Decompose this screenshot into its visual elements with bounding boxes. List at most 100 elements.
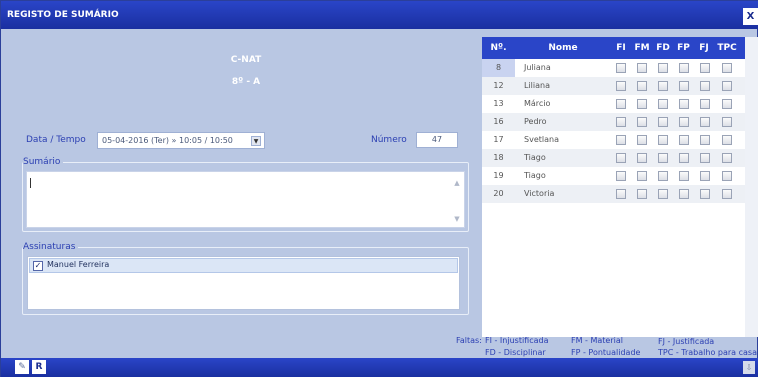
download-icon[interactable]: ⇩ [743,361,755,374]
student-name: Tiago [524,153,546,162]
col-fp: FP [677,43,690,53]
table-row[interactable]: 18 Tiago [482,149,745,167]
attendance-checkbox-fp[interactable] [679,63,689,73]
attendance-checkbox-tpc[interactable] [722,189,732,199]
r-button[interactable]: R [32,360,46,374]
attendance-checkbox-fj[interactable] [700,99,710,109]
table-row[interactable]: 17 Svetlana [482,131,745,149]
attendance-checkbox-tpc[interactable] [722,117,732,127]
student-number: 20 [493,189,504,198]
attendance-checkbox-fd[interactable] [658,189,668,199]
signature-checkbox[interactable]: ✓ [33,261,43,271]
class-name: 8º - A [231,77,261,87]
attendance-checkbox-fi[interactable] [616,99,626,109]
attendance-checkbox-fp[interactable] [679,171,689,181]
attendance-checkbox-fi[interactable] [616,171,626,181]
close-button[interactable]: X [743,8,758,25]
attendance-checkbox-fm[interactable] [637,99,647,109]
student-number: 16 [493,117,504,126]
legend-fd: FD - Disciplinar [485,348,546,357]
attendance-checkbox-fi[interactable] [616,135,626,145]
attendance-checkbox-fj[interactable] [700,135,710,145]
legend-fi: FI - Injustificada [485,336,549,345]
student-number: 8 [482,59,515,77]
scroll-down-icon[interactable]: ▼ [453,216,461,223]
col-fi: FI [616,43,626,53]
attendance-checkbox-fj[interactable] [700,117,710,127]
title-bar: REGISTO DE SUMÁRIO X [1,1,758,29]
chevron-down-icon[interactable]: ▼ [251,136,261,146]
attendance-checkbox-tpc[interactable] [722,99,732,109]
attendance-checkbox-fm[interactable] [637,117,647,127]
attendance-checkbox-fd[interactable] [658,171,668,181]
datetime-select[interactable]: 05-04-2016 (Ter) » 10:05 / 10:50 ▼ [97,132,265,149]
attendance-checkbox-tpc[interactable] [722,171,732,181]
attendance-checkbox-fj[interactable] [700,63,710,73]
attendance-checkbox-fd[interactable] [658,135,668,145]
attendance-checkbox-fm[interactable] [637,81,647,91]
legend-fm: FM - Material [571,336,623,345]
signature-item[interactable]: ✓ Manuel Ferreira [29,258,458,273]
attendance-checkbox-fj[interactable] [700,81,710,91]
col-tpc: TPC [717,43,737,53]
left-panel: C-NAT 8º - A Data / Tempo 05-04-2016 (Te… [6,31,478,349]
attendance-checkbox-fi[interactable] [616,117,626,127]
attendance-checkbox-fd[interactable] [658,99,668,109]
attendance-checkbox-fd[interactable] [658,63,668,73]
table-row[interactable]: 16 Pedro [482,113,745,131]
text-caret [30,178,31,188]
student-name: Victoria [524,189,555,198]
attendance-checkbox-fj[interactable] [700,189,710,199]
table-row[interactable]: 19 Tiago [482,167,745,185]
legend-fp: FP - Pontualidade [571,348,641,357]
attendance-checkbox-tpc[interactable] [722,63,732,73]
student-number: 12 [493,81,504,90]
table-row[interactable]: 20 Victoria [482,185,745,203]
number-field[interactable]: 47 [416,132,458,148]
attendance-checkbox-fp[interactable] [679,81,689,91]
attendance-checkbox-fm[interactable] [637,171,647,181]
table-header: Nº. Nome FI FM FD FP FJ TPC [482,37,745,59]
attendance-checkbox-fm[interactable] [637,153,647,163]
student-name: Juliana [524,63,551,72]
signatures-fieldset: Assinaturas ✓ Manuel Ferreira [22,242,469,315]
attendance-checkbox-fm[interactable] [637,189,647,199]
attendance-checkbox-fp[interactable] [679,189,689,199]
summary-textarea[interactable]: ▲ ▼ [26,171,465,228]
col-name: Nome [548,43,578,53]
signature-name: Manuel Ferreira [47,260,110,269]
attendance-checkbox-fd[interactable] [658,81,668,91]
attendance-checkbox-fd[interactable] [658,117,668,127]
col-fj: FJ [699,43,709,53]
attendance-checkbox-fi[interactable] [616,189,626,199]
table-row[interactable]: 8 Juliana [482,59,745,77]
legend-fj: FJ - Justificada [658,337,715,346]
table-row[interactable]: 12 Liliana [482,77,745,95]
attendance-checkbox-fj[interactable] [700,153,710,163]
attendance-checkbox-tpc[interactable] [722,135,732,145]
attendance-checkbox-fi[interactable] [616,63,626,73]
datetime-value: 05-04-2016 (Ter) » 10:05 / 10:50 [102,136,233,145]
col-fd: FD [656,43,670,53]
student-name: Svetlana [524,135,559,144]
attendance-checkbox-fp[interactable] [679,99,689,109]
table-row[interactable]: 13 Márcio [482,95,745,113]
attendance-checkbox-fd[interactable] [658,153,668,163]
attendance-checkbox-fm[interactable] [637,135,647,145]
paperclip-icon[interactable]: ✎ [15,360,29,374]
col-number: Nº. [490,43,507,53]
attendance-checkbox-tpc[interactable] [722,81,732,91]
attendance-checkbox-fp[interactable] [679,117,689,127]
student-number: 18 [493,153,504,162]
attendance-checkbox-fm[interactable] [637,63,647,73]
scroll-up-icon[interactable]: ▲ [453,180,461,187]
attendance-checkbox-fp[interactable] [679,135,689,145]
attendance-checkbox-fi[interactable] [616,153,626,163]
attendance-checkbox-fj[interactable] [700,171,710,181]
attendance-checkbox-tpc[interactable] [722,153,732,163]
attendance-checkbox-fp[interactable] [679,153,689,163]
legend-tpc: TPC - Trabalho para casa [658,348,757,357]
table-scrollbar[interactable] [745,37,758,337]
number-label: Número [371,135,407,145]
attendance-checkbox-fi[interactable] [616,81,626,91]
